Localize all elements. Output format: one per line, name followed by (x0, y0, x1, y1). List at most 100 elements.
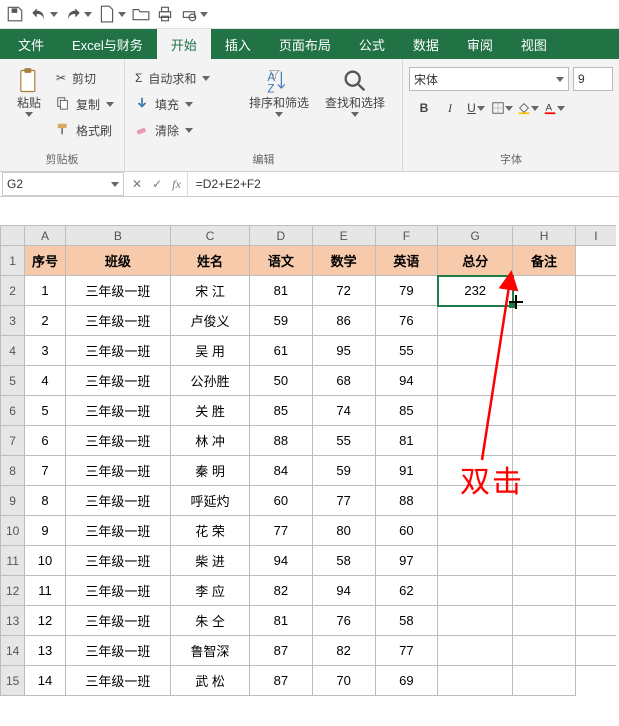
cell[interactable]: 94 (250, 546, 313, 576)
cell[interactable]: 77 (250, 516, 313, 546)
tab-file[interactable]: 文件 (4, 29, 58, 59)
tab-excel-finance[interactable]: Excel与财务 (58, 29, 157, 59)
cell[interactable]: 班级 (65, 246, 170, 276)
cell[interactable]: 87 (250, 666, 313, 696)
row-header[interactable]: 10 (1, 516, 25, 546)
cell[interactable] (438, 426, 513, 456)
col-header[interactable]: A (25, 226, 65, 246)
cell[interactable]: 三年级一班 (65, 636, 170, 666)
select-all-corner[interactable] (1, 226, 25, 246)
cell[interactable] (575, 396, 616, 426)
cell[interactable] (438, 366, 513, 396)
cell[interactable] (438, 666, 513, 696)
cell[interactable]: 三年级一班 (65, 486, 170, 516)
cell[interactable] (575, 636, 616, 666)
font-color-button[interactable]: A (543, 97, 565, 119)
cell[interactable]: 82 (312, 636, 375, 666)
format-painter-button[interactable]: 格式刷 (52, 119, 118, 141)
cell[interactable] (513, 516, 576, 546)
cell[interactable]: 82 (250, 576, 313, 606)
italic-button[interactable]: I (439, 97, 461, 119)
clear-button[interactable]: 清除 (131, 119, 241, 141)
cell[interactable]: 卢俊义 (171, 306, 250, 336)
cell[interactable]: 60 (250, 486, 313, 516)
cell[interactable]: 9 (25, 516, 65, 546)
cancel-formula-button[interactable]: ✕ (132, 177, 142, 191)
cell[interactable]: 林 冲 (171, 426, 250, 456)
cell[interactable]: 三年级一班 (65, 426, 170, 456)
cell[interactable]: 柴 进 (171, 546, 250, 576)
cell[interactable]: 87 (250, 636, 313, 666)
qat-print-preview-button[interactable] (180, 5, 208, 23)
cell[interactable]: 12 (25, 606, 65, 636)
qat-redo-button[interactable] (64, 5, 92, 23)
col-header[interactable]: I (575, 226, 616, 246)
cell[interactable]: 76 (375, 306, 438, 336)
qat-new-button[interactable] (98, 5, 126, 23)
cell[interactable] (513, 366, 576, 396)
cell[interactable]: 4 (25, 366, 65, 396)
cell[interactable] (575, 606, 616, 636)
cell[interactable] (513, 606, 576, 636)
cell[interactable]: 3 (25, 336, 65, 366)
cell[interactable] (513, 276, 576, 306)
col-header[interactable]: E (312, 226, 375, 246)
cell[interactable]: 备注 (513, 246, 576, 276)
tab-review[interactable]: 审阅 (453, 29, 507, 59)
row-header[interactable]: 15 (1, 666, 25, 696)
cell[interactable] (513, 636, 576, 666)
cell[interactable]: 85 (250, 396, 313, 426)
autosum-button[interactable]: Σ 自动求和 (131, 67, 241, 89)
cell[interactable] (513, 306, 576, 336)
cell[interactable]: 三年级一班 (65, 576, 170, 606)
cell[interactable]: 李 应 (171, 576, 250, 606)
cell[interactable]: 77 (312, 486, 375, 516)
cell[interactable] (438, 516, 513, 546)
cell[interactable]: 10 (25, 546, 65, 576)
row-header[interactable]: 9 (1, 486, 25, 516)
cell[interactable]: 61 (250, 336, 313, 366)
cell[interactable]: 69 (375, 666, 438, 696)
cell[interactable]: 关 胜 (171, 396, 250, 426)
cell[interactable]: 59 (312, 456, 375, 486)
cell[interactable]: 14 (25, 666, 65, 696)
spreadsheet-grid[interactable]: A B C D E F G H I 1 序号 班级 姓名 语文 数学 英语 总分… (0, 225, 616, 696)
bold-button[interactable]: B (413, 97, 435, 119)
row-header[interactable]: 5 (1, 366, 25, 396)
cell[interactable] (513, 486, 576, 516)
qat-undo-button[interactable] (30, 5, 58, 23)
cell[interactable]: 语文 (250, 246, 313, 276)
cell[interactable]: 68 (312, 366, 375, 396)
cell[interactable]: 76 (312, 606, 375, 636)
cell[interactable]: 88 (375, 486, 438, 516)
row-header[interactable]: 12 (1, 576, 25, 606)
tab-layout[interactable]: 页面布局 (265, 29, 345, 59)
cell[interactable] (513, 456, 576, 486)
row-header[interactable]: 2 (1, 276, 25, 306)
cell[interactable]: 6 (25, 426, 65, 456)
cell[interactable]: 总分 (438, 246, 513, 276)
cell[interactable]: 吴 用 (171, 336, 250, 366)
cell[interactable]: 5 (25, 396, 65, 426)
cell[interactable]: 58 (312, 546, 375, 576)
cell[interactable] (513, 666, 576, 696)
cell[interactable] (438, 546, 513, 576)
row-header[interactable]: 6 (1, 396, 25, 426)
cell[interactable]: 91 (375, 456, 438, 486)
row-header[interactable]: 1 (1, 246, 25, 276)
cell[interactable] (575, 366, 616, 396)
cell[interactable] (438, 396, 513, 426)
cell[interactable]: 11 (25, 576, 65, 606)
cell[interactable]: 55 (312, 426, 375, 456)
cell[interactable]: 宋 江 (171, 276, 250, 306)
cell[interactable]: 59 (250, 306, 313, 336)
cell[interactable]: 1 (25, 276, 65, 306)
cell[interactable]: 三年级一班 (65, 366, 170, 396)
tab-insert[interactable]: 插入 (211, 29, 265, 59)
cut-button[interactable]: ✂ 剪切 (52, 67, 118, 89)
cell[interactable] (513, 336, 576, 366)
cell[interactable]: 86 (312, 306, 375, 336)
borders-button[interactable] (491, 97, 513, 119)
cell[interactable]: 77 (375, 636, 438, 666)
row-header[interactable]: 7 (1, 426, 25, 456)
